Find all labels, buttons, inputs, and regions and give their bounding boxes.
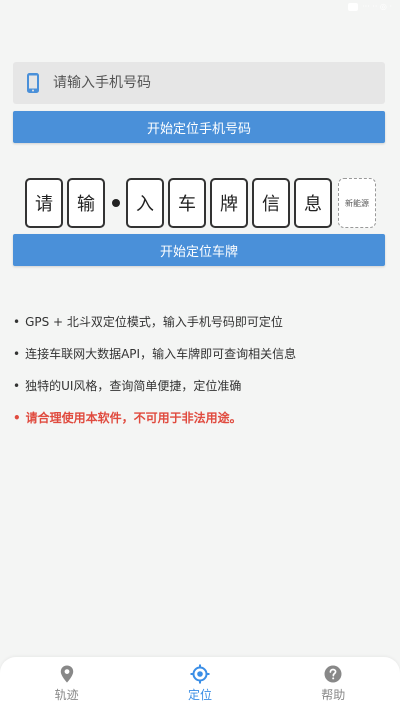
tip-text: 请合理使用本软件，不可用于非法用途。	[25, 411, 242, 425]
phone-input-container[interactable]	[13, 62, 385, 104]
tip-item: • 连接车联网大数据API，输入车牌即可查询相关信息	[13, 344, 393, 376]
location-pin-icon	[60, 664, 74, 684]
tip-item: • 独特的UI风格，查询简单便捷，定位准确	[13, 376, 393, 408]
tip-item: • GPS + 北斗双定位模式，输入手机号码即可定位	[13, 312, 393, 344]
tab-locate[interactable]: 定位	[160, 664, 240, 703]
status-text: ··· ·· ◎ ·	[362, 2, 392, 11]
bullet: •	[13, 379, 21, 393]
tip-item-warning: • 请合理使用本软件，不可用于非法用途。	[13, 408, 393, 440]
bullet: •	[13, 411, 21, 425]
bullet: •	[13, 347, 21, 361]
phone-number-input[interactable]	[53, 63, 353, 103]
plate-char-4[interactable]: 车	[168, 178, 206, 228]
status-icons: ··· ·· ◎ ·	[348, 2, 392, 11]
plate-char-5[interactable]: 牌	[210, 178, 248, 228]
tip-text: GPS + 北斗双定位模式，输入手机号码即可定位	[25, 315, 283, 329]
locate-phone-button[interactable]: 开始定位手机号码	[13, 111, 385, 143]
wifi-icon	[348, 2, 359, 11]
plate-separator-dot	[112, 199, 120, 207]
tip-text: 连接车联网大数据API，输入车牌即可查询相关信息	[25, 347, 297, 361]
plate-char-1[interactable]: 请	[25, 178, 63, 228]
tab-track[interactable]: 轨迹	[27, 664, 107, 703]
new-energy-slot[interactable]: 新能源	[338, 178, 376, 228]
target-icon	[190, 664, 210, 684]
help-icon	[324, 664, 342, 684]
tip-text: 独特的UI风格，查询简单便捷，定位准确	[25, 379, 242, 393]
tab-label: 定位	[187, 688, 212, 702]
locate-plate-button[interactable]: 开始定位车牌	[13, 234, 385, 266]
tab-label: 帮助	[321, 688, 346, 702]
bottom-tab-bar: 轨迹 定位 帮助	[0, 657, 400, 710]
tab-label: 轨迹	[54, 688, 79, 702]
bullet: •	[13, 315, 21, 329]
plate-input-row[interactable]: 请 输 入 车 牌 信 息 新能源	[25, 178, 376, 228]
plate-char-2[interactable]: 输	[67, 178, 105, 228]
plate-char-7[interactable]: 息	[294, 178, 332, 228]
feature-tips-list: • GPS + 北斗双定位模式，输入手机号码即可定位 • 连接车联网大数据API…	[13, 312, 393, 440]
phone-icon	[13, 72, 53, 94]
plate-char-6[interactable]: 信	[252, 178, 290, 228]
status-bar: ··· ·· ◎ ·	[0, 0, 400, 16]
tab-help[interactable]: 帮助	[293, 664, 373, 703]
plate-char-3[interactable]: 入	[126, 178, 164, 228]
